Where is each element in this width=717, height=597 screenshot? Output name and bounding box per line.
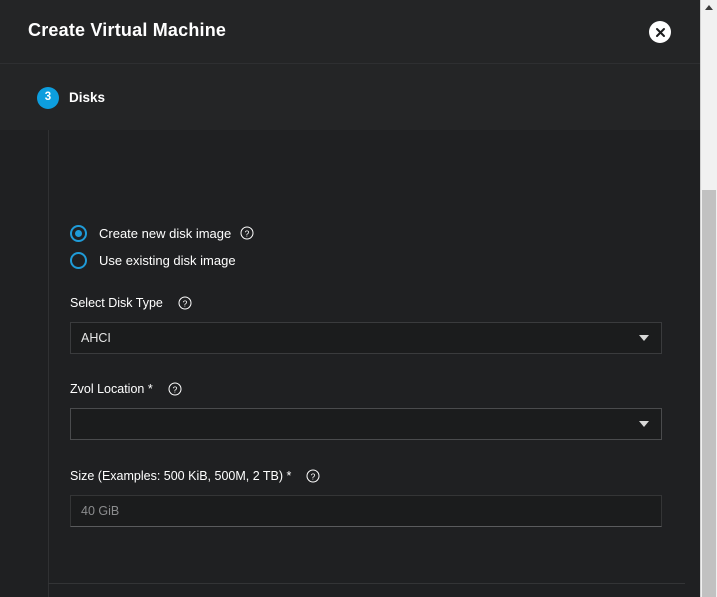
svg-text:?: ? — [183, 298, 188, 308]
field-disk-type: Select Disk Type ? AHCI — [70, 296, 662, 354]
size-input[interactable]: 40 GiB — [70, 495, 662, 527]
footer-divider — [48, 583, 685, 584]
scroll-up-arrow-icon[interactable] — [705, 5, 713, 10]
field-label-size: Size (Examples: 500 KiB, 500M, 2 TB) * ? — [70, 469, 662, 483]
help-icon-disk-type[interactable]: ? — [178, 296, 192, 310]
create-vm-dialog: Create Virtual Machine 3 Disks Create ne… — [0, 0, 700, 597]
close-button[interactable] — [649, 21, 671, 43]
vertical-scrollbar[interactable] — [700, 0, 717, 597]
chevron-down-icon — [639, 421, 649, 427]
radio-label: Use existing disk image — [99, 253, 236, 268]
radio-create-new-disk-image[interactable]: Create new disk image ? — [70, 220, 254, 246]
select-disk-type[interactable]: AHCI — [70, 322, 662, 354]
dialog-titlebar: Create Virtual Machine — [0, 0, 700, 64]
select-disk-type-value: AHCI — [71, 331, 111, 345]
radio-indicator-selected — [70, 225, 87, 242]
radio-indicator-unselected — [70, 252, 87, 269]
close-x-icon — [654, 26, 667, 39]
select-zvol-location[interactable] — [70, 408, 662, 440]
step-content: Create new disk image ? Use existing dis… — [0, 130, 700, 597]
size-input-placeholder: 40 GiB — [71, 504, 119, 518]
step-title: Disks — [69, 90, 105, 105]
field-zvol-location: Zvol Location * ? — [70, 382, 662, 440]
help-icon-zvol-location[interactable]: ? — [168, 382, 182, 396]
field-size: Size (Examples: 500 KiB, 500M, 2 TB) * ?… — [70, 469, 662, 527]
help-icon-create-new-disk-image[interactable]: ? — [240, 226, 254, 240]
svg-text:?: ? — [311, 471, 316, 481]
radio-use-existing-disk-image[interactable]: Use existing disk image — [70, 247, 254, 273]
radio-label: Create new disk image — [99, 226, 231, 241]
dialog-title: Create Virtual Machine — [28, 20, 226, 41]
label-text: Zvol Location * — [70, 382, 153, 396]
field-label-disk-type: Select Disk Type ? — [70, 296, 662, 310]
help-icon-size[interactable]: ? — [306, 469, 320, 483]
disk-source-radio-group: Create new disk image ? Use existing dis… — [70, 220, 254, 274]
wizard-stepper: 3 Disks Create new disk image ? — [0, 64, 700, 597]
svg-text:?: ? — [172, 384, 177, 394]
svg-text:?: ? — [245, 228, 250, 238]
step-number-badge: 3 — [37, 87, 59, 109]
field-label-zvol-location: Zvol Location * ? — [70, 382, 662, 396]
label-text: Select Disk Type — [70, 296, 163, 310]
chevron-down-icon — [639, 335, 649, 341]
label-text: Size (Examples: 500 KiB, 500M, 2 TB) * — [70, 469, 291, 483]
scrollbar-thumb[interactable] — [702, 190, 716, 597]
